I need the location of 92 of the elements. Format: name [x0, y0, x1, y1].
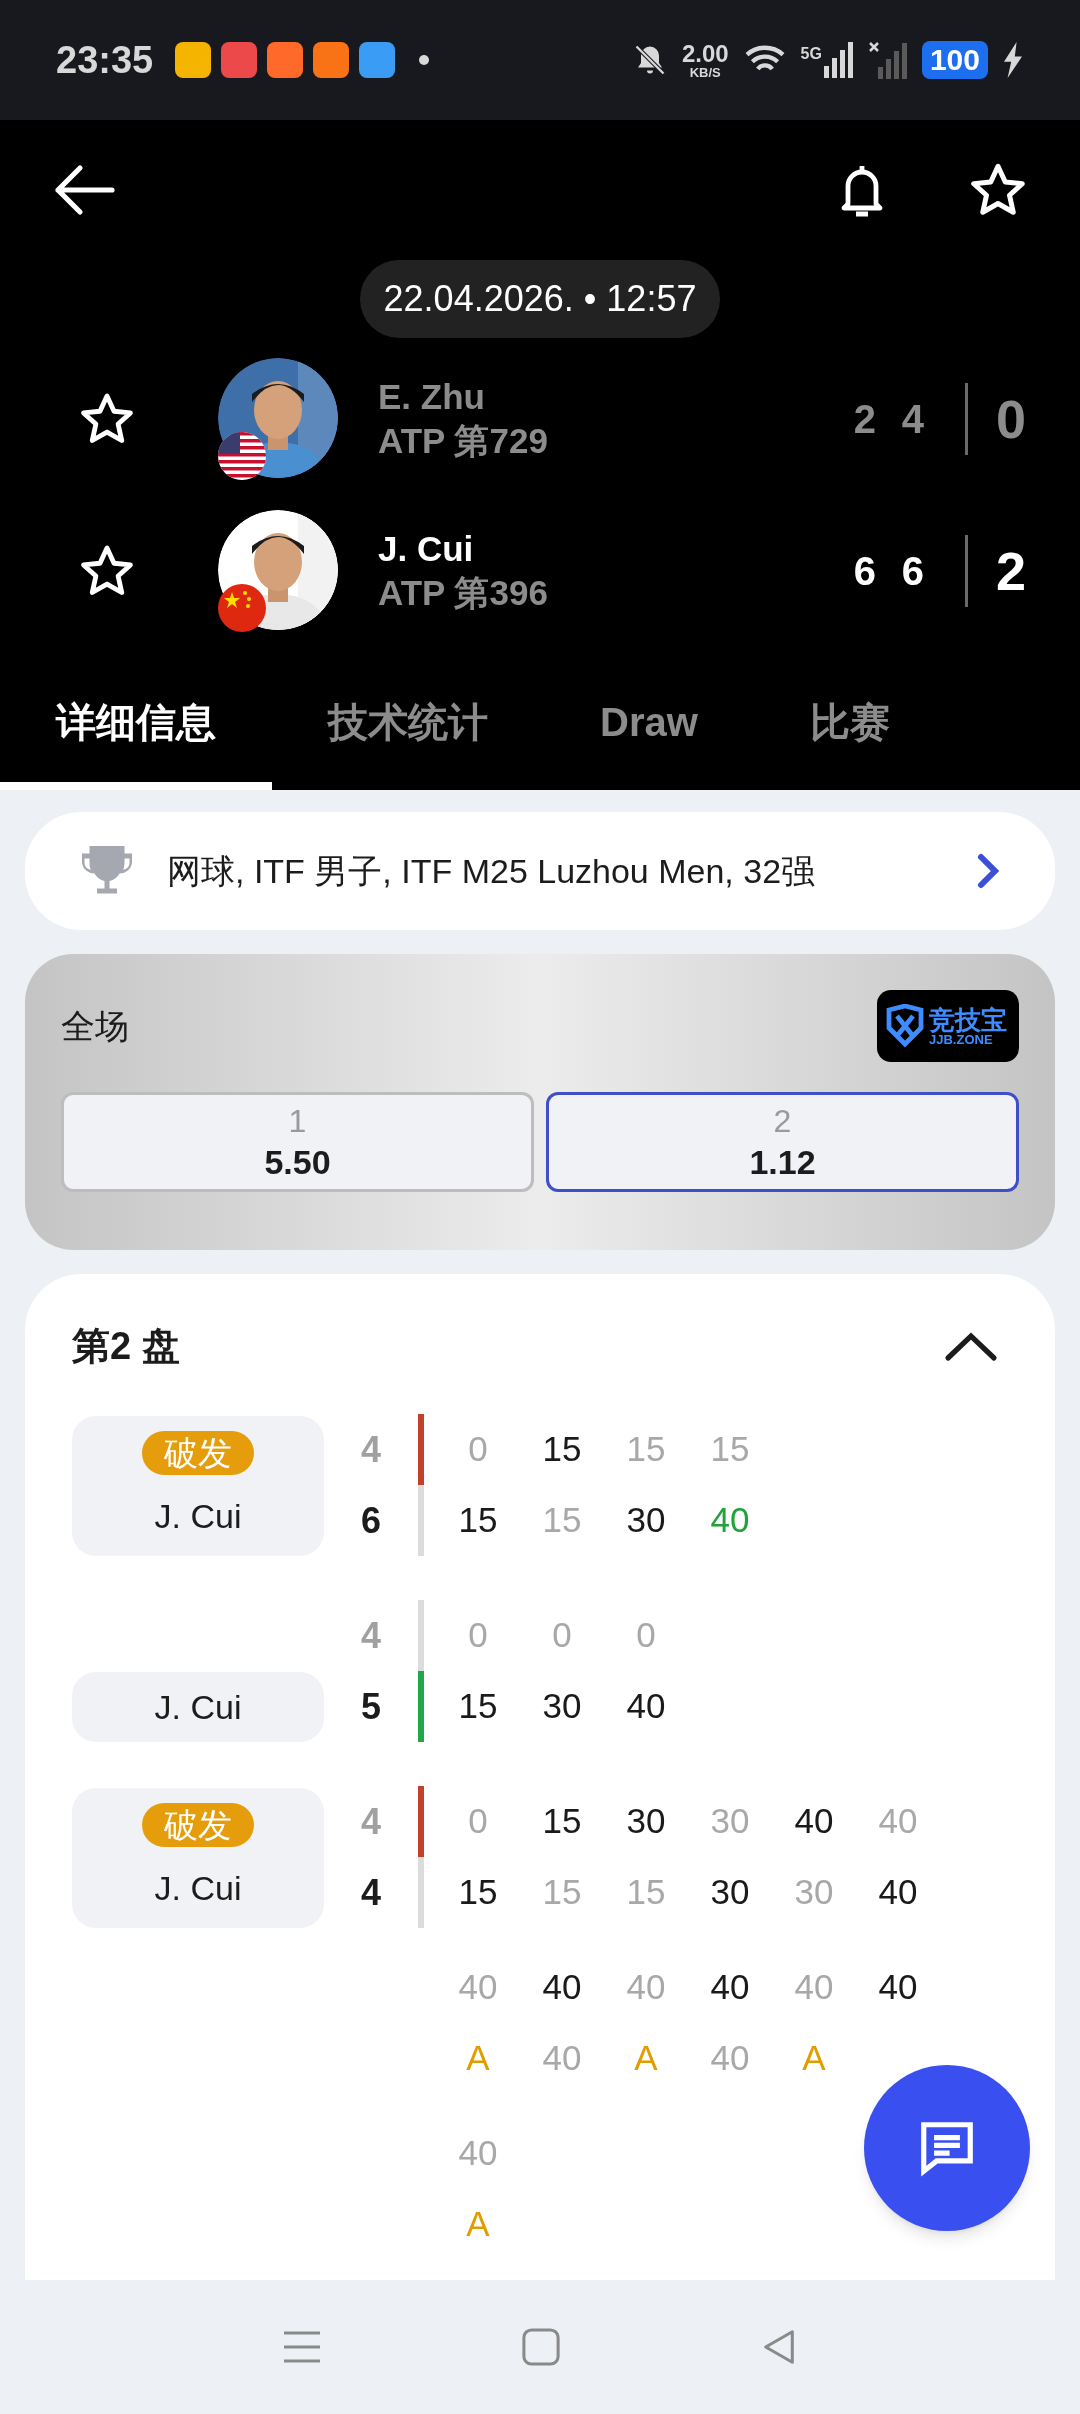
point-score: 0 — [467, 1428, 489, 1471]
tournament-card[interactable]: 网球, ITF 男子, ITF M25 Luzhou Men, 32强 — [25, 812, 1055, 930]
point-score: 30 — [793, 1871, 835, 1914]
point-score: 30 — [709, 1800, 751, 1843]
point-score: 30 — [709, 1871, 751, 1914]
tab[interactable]: 技术统计 — [272, 662, 544, 790]
home-icon[interactable] — [522, 2328, 560, 2366]
game-score: 4 — [361, 1427, 381, 1472]
odds-title: 全场 — [61, 1005, 129, 1047]
point-score: 40 — [625, 1685, 667, 1728]
point-score: 40 — [709, 1499, 751, 1542]
flag-icon — [218, 584, 266, 632]
point-score: 15 — [457, 1871, 499, 1914]
tab[interactable]: 比赛 — [753, 662, 946, 790]
point-score: 15 — [457, 1499, 499, 1542]
game-score: 4 — [361, 1799, 381, 1844]
player-name: E. Zhu — [378, 376, 486, 419]
point-score: 40 — [541, 1966, 583, 2009]
chevron-up-icon[interactable] — [944, 1330, 998, 1362]
tab[interactable]: Draw — [544, 662, 754, 790]
point-score: 15 — [541, 1800, 583, 1843]
player-rank: ATP 第729 — [378, 420, 548, 462]
network-speed: 2.00 — [681, 41, 729, 66]
point-score: 40 — [457, 1966, 499, 2009]
point-score: 40 — [877, 1871, 919, 1914]
point-score: 40 — [709, 2037, 751, 2080]
break-badge: 破发 — [142, 1430, 254, 1475]
network-speed-unit: KB/S — [689, 65, 721, 79]
point-score: 15 — [457, 1685, 499, 1728]
point-score: 40 — [541, 2037, 583, 2080]
game-score: 4 — [361, 1870, 381, 1915]
set-score: 2 — [995, 539, 1026, 603]
set-title: 第2 盘 — [72, 1323, 180, 1369]
set-score: 0 — [995, 387, 1026, 451]
point-score: 15 — [625, 1428, 667, 1471]
match-datetime: 22.04.2026. • 12:57 — [359, 260, 721, 338]
point-score: 0 — [467, 1800, 489, 1843]
point-score: 0 — [635, 1614, 657, 1657]
break-badge: 破发 — [142, 1802, 254, 1847]
game-score: 4 — [361, 1613, 381, 1658]
app-icon — [359, 42, 396, 78]
tournament-name: 网球, ITF 男子, ITF M25 Luzhou Men, 32强 — [167, 850, 816, 892]
app-icon — [267, 42, 304, 78]
logo-site: JJB.ZONE — [929, 1032, 993, 1046]
game-score: 4 — [900, 396, 926, 443]
game-score: 6 — [361, 1498, 381, 1543]
shield-icon — [885, 1004, 925, 1048]
charging-icon — [1002, 42, 1024, 78]
game-score: 5 — [361, 1684, 381, 1729]
point-score: 40 — [877, 1966, 919, 2009]
point-score: 0 — [551, 1614, 573, 1657]
point-score: 40 — [457, 2132, 499, 2175]
back-icon[interactable] — [52, 162, 118, 218]
player-name: J. Cui — [154, 1686, 242, 1728]
player-name: J. Cui — [154, 1495, 242, 1537]
point-score: 40 — [877, 1800, 919, 1843]
point-score: 15 — [625, 1871, 667, 1914]
point-score: 40 — [625, 1966, 667, 2009]
point-score: A — [465, 2203, 491, 2246]
player-name: J. Cui — [378, 528, 475, 571]
point-score: 40 — [709, 1966, 751, 2009]
signal-icon — [823, 42, 854, 78]
point-score: 40 — [793, 1966, 835, 2009]
game-score: 6 — [900, 548, 926, 595]
point-score: A — [633, 2037, 659, 2080]
point-score: 15 — [541, 1428, 583, 1471]
odds-button[interactable]: 2 1.12 — [546, 1092, 1019, 1192]
point-score: 40 — [793, 1800, 835, 1843]
point-score: 15 — [709, 1428, 751, 1471]
player-name: J. Cui — [154, 1867, 242, 1909]
point-score: A — [465, 2037, 491, 2080]
point-score: 30 — [625, 1800, 667, 1843]
game-score: 2 — [852, 396, 878, 443]
point-score: 0 — [467, 1614, 489, 1657]
game-score: 6 — [852, 548, 878, 595]
clock: 23:35 — [56, 37, 154, 83]
player-rank: ATP 第396 — [378, 572, 548, 614]
logo-name: 竞技宝 — [929, 1006, 1007, 1033]
tab[interactable]: 详细信息 — [0, 662, 272, 790]
app-icon — [175, 42, 212, 78]
battery-indicator: 100 — [921, 41, 988, 79]
network-type: 5G — [800, 44, 822, 64]
signal-icon — [867, 41, 908, 79]
flag-icon — [218, 432, 266, 480]
point-score: 30 — [625, 1499, 667, 1542]
app-icon — [221, 42, 258, 78]
point-score: 15 — [541, 1871, 583, 1914]
app-icon — [313, 42, 350, 78]
point-score: 30 — [541, 1685, 583, 1728]
point-score: A — [801, 2037, 827, 2080]
odds-button[interactable]: 1 5.50 — [61, 1092, 534, 1192]
point-score: 15 — [541, 1499, 583, 1542]
